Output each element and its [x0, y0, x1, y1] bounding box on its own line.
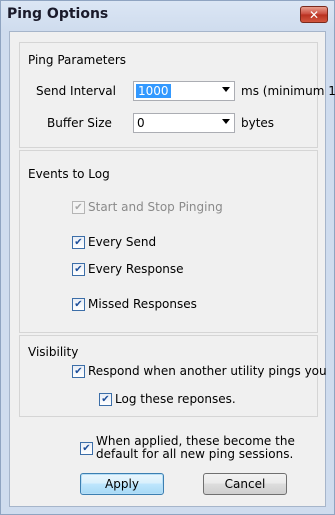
check-icon: ✔ — [101, 393, 110, 405]
log-responses-label: Log these reponses. — [115, 392, 236, 406]
start-stop-pinging-checkbox: ✔ Start and Stop Pinging — [72, 200, 223, 214]
checkbox-box[interactable]: ✔ — [80, 442, 93, 455]
checkbox-box: ✔ — [72, 200, 85, 214]
ping-options-window: Ping Options ✕ Ping Parameters Send Inte… — [0, 0, 335, 515]
every-response-label: Every Response — [88, 262, 184, 276]
buffer-size-combo[interactable]: 0 — [133, 113, 235, 133]
check-icon: ✔ — [74, 365, 83, 377]
chevron-down-icon[interactable] — [222, 87, 230, 92]
apply-as-default-checkbox[interactable]: ✔ When applied, these become the default… — [80, 435, 295, 461]
checkbox-box[interactable]: ✔ — [72, 364, 85, 378]
check-icon: ✔ — [82, 443, 91, 454]
checkbox-box[interactable]: ✔ — [72, 235, 85, 249]
respond-when-pinged-checkbox[interactable]: ✔ Respond when another utility pings you — [72, 364, 327, 378]
apply-as-default-label: When applied, these become the default f… — [96, 435, 295, 461]
visibility-title: Visibility — [28, 345, 79, 359]
apply-as-default-line-2: default for all new ping sessions. — [96, 447, 294, 461]
check-icon: ✔ — [74, 263, 83, 275]
visibility-group: Visibility ✔ Respond when another utilit… — [19, 335, 327, 417]
window-title: Ping Options — [7, 6, 109, 22]
events-to-log-title: Events to Log — [28, 167, 110, 181]
send-interval-unit: ms (minimum 10) — [241, 84, 335, 98]
apply-button[interactable]: Apply — [80, 473, 164, 495]
dialog-client-area: Ping Parameters Send Interval 1000 ms (m… — [9, 31, 335, 507]
title-bar[interactable]: Ping Options ✕ — [1, 1, 334, 30]
ping-parameters-group: Ping Parameters Send Interval 1000 ms (m… — [19, 42, 335, 148]
buffer-size-unit: bytes — [241, 116, 275, 130]
respond-when-pinged-label: Respond when another utility pings you — [88, 364, 327, 378]
every-send-label: Every Send — [88, 235, 157, 249]
missed-responses-label: Missed Responses — [88, 297, 197, 311]
buffer-size-label: Buffer Size — [47, 116, 112, 130]
missed-responses-checkbox[interactable]: ✔ Missed Responses — [72, 297, 197, 311]
every-response-checkbox[interactable]: ✔ Every Response — [72, 262, 184, 276]
ping-parameters-title: Ping Parameters — [28, 53, 127, 67]
chevron-down-icon[interactable] — [222, 119, 230, 124]
events-to-log-group: Events to Log ✔ Start and Stop Pinging ✔… — [19, 150, 318, 333]
close-button[interactable]: ✕ — [300, 6, 328, 23]
every-send-checkbox[interactable]: ✔ Every Send — [72, 235, 156, 249]
close-icon: ✕ — [308, 8, 320, 22]
send-interval-value: 1000 — [136, 84, 171, 98]
log-responses-checkbox[interactable]: ✔ Log these reponses. — [99, 392, 236, 406]
checkbox-box[interactable]: ✔ — [72, 297, 85, 311]
check-icon: ✔ — [74, 201, 83, 213]
checkbox-box[interactable]: ✔ — [99, 392, 112, 406]
check-icon: ✔ — [74, 298, 83, 310]
cancel-button[interactable]: Cancel — [203, 473, 287, 495]
start-stop-pinging-label: Start and Stop Pinging — [88, 200, 223, 214]
send-interval-label: Send Interval — [36, 84, 116, 98]
send-interval-combo[interactable]: 1000 — [133, 81, 235, 101]
buffer-size-value: 0 — [137, 116, 145, 130]
check-icon: ✔ — [74, 236, 83, 248]
checkbox-box[interactable]: ✔ — [72, 262, 85, 276]
